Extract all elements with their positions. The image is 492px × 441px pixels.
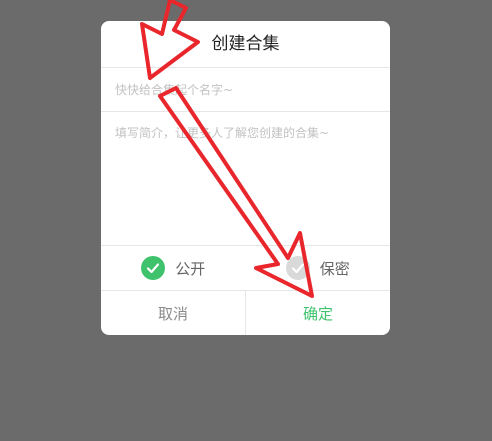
unchecked-radio-icon: [285, 256, 310, 280]
dialog-actions: 取消 确定: [101, 291, 390, 335]
confirm-button[interactable]: 确定: [246, 291, 390, 335]
screen: 创建合集 公开 保密 取消 确定: [0, 0, 492, 441]
dialog-title: 创建合集: [101, 21, 390, 68]
private-label: 保密: [319, 259, 350, 278]
public-label: 公开: [175, 259, 206, 278]
privacy-options: 公开 保密: [101, 246, 390, 291]
private-option[interactable]: 保密: [246, 246, 391, 290]
public-option[interactable]: 公开: [101, 246, 246, 290]
collection-description-input[interactable]: [101, 112, 390, 246]
create-collection-dialog: 创建合集 公开 保密 取消 确定: [101, 21, 390, 335]
checkmark-icon: [141, 256, 166, 280]
collection-name-input[interactable]: [101, 68, 390, 112]
cancel-button[interactable]: 取消: [101, 291, 246, 335]
